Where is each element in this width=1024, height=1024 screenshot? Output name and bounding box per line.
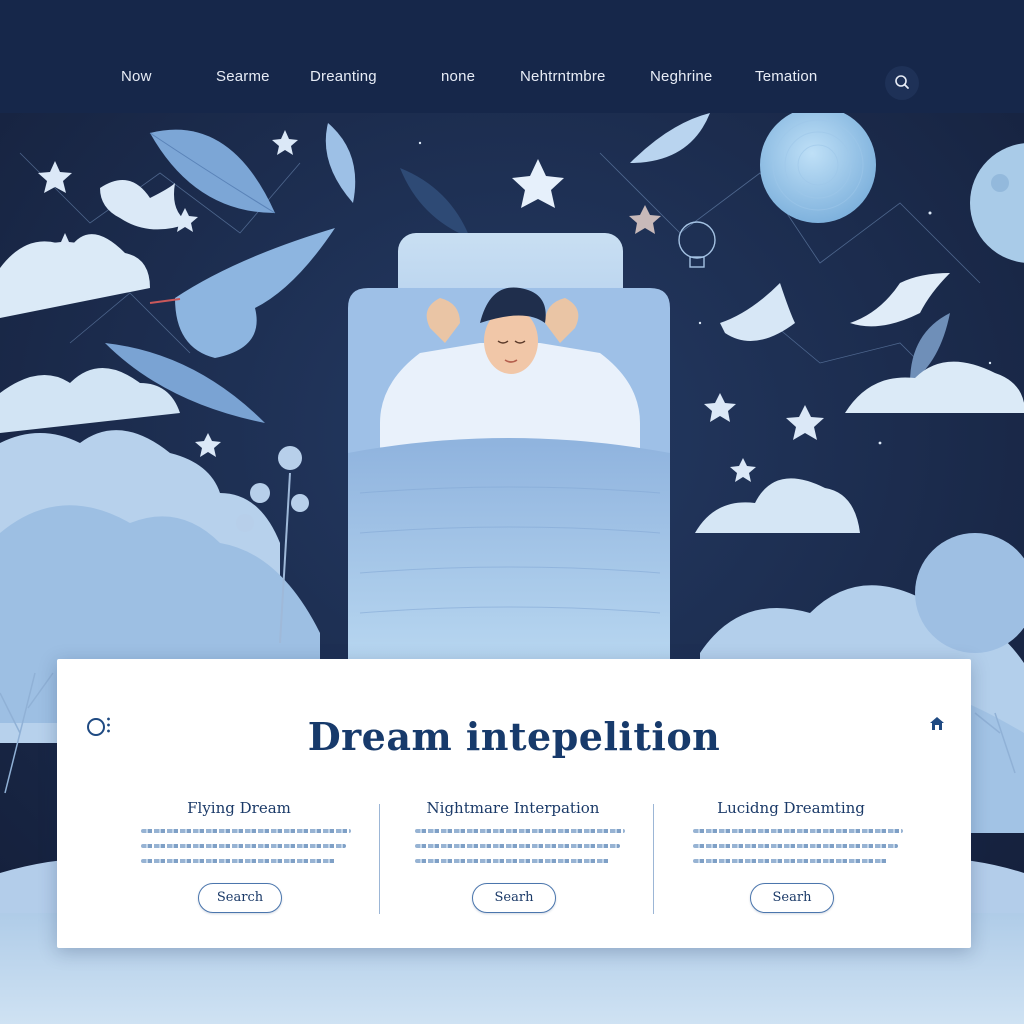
column-title: Lucidng Dreamting	[717, 799, 865, 817]
card-title: Dream intepelition	[307, 714, 721, 759]
nav-item-neghrine[interactable]: Neghrine	[650, 68, 712, 85]
nav-item-dreanting[interactable]: Dreanting	[310, 68, 377, 85]
column-title: Nightmare Interpation	[426, 799, 600, 817]
column-nightmare: Nightmare Interpation Searh	[373, 789, 653, 919]
column-flying-dream: Flying Dream Search	[99, 789, 379, 919]
search-button-nightmare[interactable]: Searh	[472, 883, 556, 913]
search-button[interactable]	[885, 66, 919, 100]
nav-item-nehtrntmbre[interactable]: Nehtrntmbre	[520, 68, 606, 85]
column-description-placeholder	[415, 829, 625, 874]
search-button-flying[interactable]: Search	[198, 883, 282, 913]
column-title: Flying Dream	[187, 799, 291, 817]
top-navigation: Now Searme Dreanting none Nehtrntmbre Ne…	[0, 0, 1024, 113]
column-description-placeholder	[141, 829, 351, 874]
column-description-placeholder	[693, 829, 903, 874]
search-button-lucid[interactable]: Searh	[750, 883, 834, 913]
column-lucid-dreaming: Lucidng Dreamting Searh	[651, 789, 931, 919]
nav-item-now[interactable]: Now	[121, 68, 152, 85]
nav-item-searme[interactable]: Searme	[216, 68, 270, 85]
nav-item-temation[interactable]: Temation	[755, 68, 817, 85]
blanket	[348, 438, 670, 659]
nav-item-none[interactable]: none	[441, 68, 475, 85]
search-icon	[895, 75, 909, 89]
dream-interpretation-card: Dream intepelition Flying Dream Search N…	[57, 659, 971, 948]
